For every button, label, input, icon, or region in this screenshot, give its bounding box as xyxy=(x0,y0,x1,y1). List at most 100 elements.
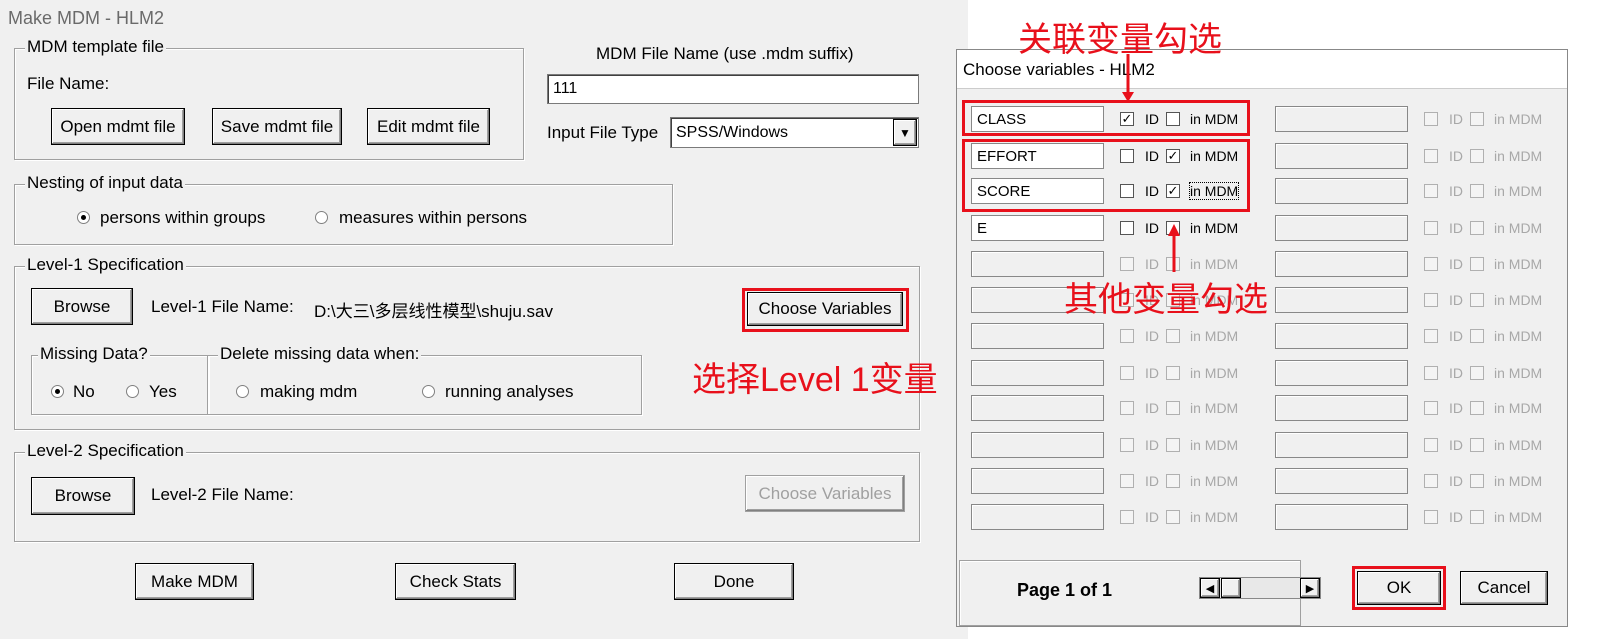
level2-choose-variables-button[interactable]: Choose Variables xyxy=(745,475,905,512)
variable-field[interactable] xyxy=(1275,432,1408,458)
in-mdm-checkbox[interactable] xyxy=(1470,293,1484,307)
id-checkbox[interactable] xyxy=(1120,366,1134,380)
variable-field[interactable] xyxy=(1275,287,1408,313)
file-name-label: File Name: xyxy=(27,74,110,93)
in-mdm-checkbox[interactable] xyxy=(1470,438,1484,452)
missing-yes-radio[interactable] xyxy=(126,385,139,398)
in-mdm-label: in MDM xyxy=(1494,509,1543,525)
measures-within-persons-radio[interactable] xyxy=(315,211,328,224)
making-mdm-label: making mdm xyxy=(260,382,358,401)
dropdown-arrow-icon[interactable]: ▼ xyxy=(893,119,917,146)
id-checkbox[interactable] xyxy=(1120,401,1134,415)
id-checkbox[interactable] xyxy=(1120,510,1134,524)
scroll-right-icon[interactable]: ▶ xyxy=(1300,578,1320,598)
variable-field[interactable] xyxy=(971,360,1104,386)
variable-field[interactable] xyxy=(1275,360,1408,386)
running-analyses-radio[interactable] xyxy=(422,385,435,398)
id-checkbox[interactable] xyxy=(1424,366,1438,380)
variable-field[interactable] xyxy=(971,395,1104,421)
annotation-arrows xyxy=(1122,54,1180,272)
level1-browse-button[interactable]: Browse xyxy=(31,288,133,325)
id-checkbox[interactable] xyxy=(1424,257,1438,271)
ok-highlight xyxy=(1352,566,1446,610)
variable-field[interactable] xyxy=(1275,106,1408,132)
input-type-select[interactable]: SPSS/Windows ▼ xyxy=(670,117,919,148)
id-label: ID xyxy=(1449,256,1463,272)
in-mdm-checkbox[interactable] xyxy=(1166,329,1180,343)
page-scrollbar[interactable]: ◀ ▶ xyxy=(1199,577,1321,599)
variable-field[interactable] xyxy=(1275,143,1408,169)
in-mdm-checkbox[interactable] xyxy=(1470,366,1484,380)
in-mdm-label: in MDM xyxy=(1190,400,1239,416)
in-mdm-checkbox[interactable] xyxy=(1166,401,1180,415)
in-mdm-label: in MDM xyxy=(1494,111,1543,127)
persons-within-groups-radio[interactable] xyxy=(77,211,90,224)
mdm-name-input[interactable]: 111 xyxy=(547,74,919,104)
in-mdm-label: in MDM xyxy=(1494,256,1543,272)
id-checkbox[interactable] xyxy=(1424,438,1438,452)
in-mdm-checkbox[interactable] xyxy=(1470,257,1484,271)
in-mdm-checkbox[interactable] xyxy=(1470,401,1484,415)
id-checkbox[interactable] xyxy=(1424,510,1438,524)
variable-field[interactable] xyxy=(1275,215,1408,241)
variable-field[interactable]: E xyxy=(971,215,1104,241)
id-checkbox[interactable] xyxy=(1120,474,1134,488)
edit-mdmt-button[interactable]: Edit mdmt file xyxy=(367,108,490,145)
check-stats-button[interactable]: Check Stats xyxy=(395,563,516,600)
id-checkbox[interactable] xyxy=(1424,474,1438,488)
open-mdmt-button[interactable]: Open mdmt file xyxy=(51,108,185,145)
in-mdm-checkbox[interactable] xyxy=(1166,474,1180,488)
in-mdm-label: in MDM xyxy=(1190,473,1239,489)
level2-browse-button[interactable]: Browse xyxy=(31,477,135,515)
done-button[interactable]: Done xyxy=(674,563,794,600)
in-mdm-checkbox[interactable] xyxy=(1470,221,1484,235)
id-checkbox[interactable] xyxy=(1120,329,1134,343)
variable-field[interactable] xyxy=(971,468,1104,494)
scroll-thumb[interactable] xyxy=(1221,578,1241,598)
id-label: ID xyxy=(1145,473,1159,489)
in-mdm-checkbox[interactable] xyxy=(1470,184,1484,198)
in-mdm-checkbox[interactable] xyxy=(1166,438,1180,452)
in-mdm-label: in MDM xyxy=(1494,148,1543,164)
variable-field[interactable] xyxy=(971,432,1104,458)
scroll-left-icon[interactable]: ◀ xyxy=(1200,578,1220,598)
save-mdmt-button[interactable]: Save mdmt file xyxy=(212,108,342,145)
id-label: ID xyxy=(1449,220,1463,236)
variable-field[interactable] xyxy=(1275,395,1408,421)
cancel-button[interactable]: Cancel xyxy=(1460,571,1548,605)
variable-field[interactable] xyxy=(1275,178,1408,204)
in-mdm-label: in MDM xyxy=(1190,509,1239,525)
variable-field[interactable] xyxy=(1275,468,1408,494)
in-mdm-checkbox[interactable] xyxy=(1470,149,1484,163)
id-checkbox[interactable] xyxy=(1424,112,1438,126)
making-mdm-radio[interactable] xyxy=(236,385,249,398)
id-checkbox[interactable] xyxy=(1424,149,1438,163)
id-checkbox[interactable] xyxy=(1424,184,1438,198)
id-checkbox[interactable] xyxy=(1424,329,1438,343)
in-mdm-checkbox[interactable] xyxy=(1166,366,1180,380)
in-mdm-checkbox[interactable] xyxy=(1470,474,1484,488)
in-mdm-checkbox[interactable] xyxy=(1470,112,1484,126)
variable-field[interactable] xyxy=(1275,251,1408,277)
id-label: ID xyxy=(1449,148,1463,164)
id-label: ID xyxy=(1449,509,1463,525)
variable-field[interactable] xyxy=(971,504,1104,530)
variable-field[interactable] xyxy=(1275,323,1408,349)
id-checkbox[interactable] xyxy=(1424,293,1438,307)
variable-field[interactable] xyxy=(1275,504,1408,530)
running-analyses-label: running analyses xyxy=(445,382,574,401)
make-mdm-button[interactable]: Make MDM xyxy=(135,563,254,600)
input-type-label: Input File Type xyxy=(547,123,659,142)
in-mdm-label: in MDM xyxy=(1494,365,1543,381)
in-mdm-checkbox[interactable] xyxy=(1470,510,1484,524)
missing-no-radio[interactable] xyxy=(51,385,64,398)
id-checkbox[interactable] xyxy=(1424,401,1438,415)
arrow-bottom-head xyxy=(1168,224,1180,236)
choose-variables-highlight xyxy=(742,288,909,332)
id-checkbox[interactable] xyxy=(1120,438,1134,452)
id-checkbox[interactable] xyxy=(1424,221,1438,235)
variable-field[interactable] xyxy=(971,323,1104,349)
in-mdm-checkbox[interactable] xyxy=(1166,510,1180,524)
in-mdm-label: in MDM xyxy=(1494,400,1543,416)
in-mdm-checkbox[interactable] xyxy=(1470,329,1484,343)
